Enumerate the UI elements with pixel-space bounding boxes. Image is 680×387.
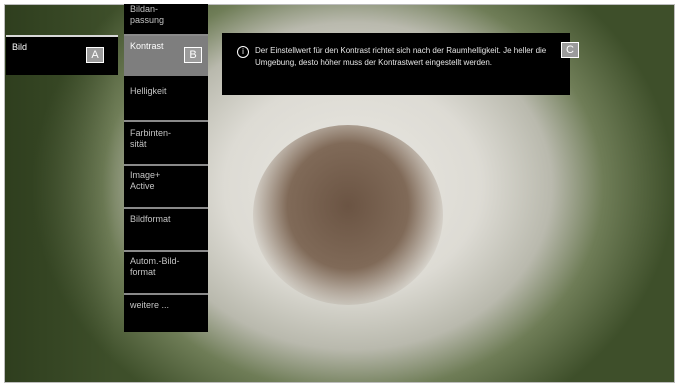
callout-badge-a: A: [86, 47, 104, 63]
info-text: Der Einstellwert für den Kontrast richte…: [255, 46, 547, 67]
menu-item-autom-bildformat[interactable]: Autom.-Bild- format: [124, 253, 208, 295]
menu-item-weitere[interactable]: weitere ...: [124, 296, 208, 330]
menu-item-bildformat[interactable]: Bildformat: [124, 210, 208, 252]
info-panel: i Der Einstellwert für den Kontrast rich…: [222, 33, 570, 95]
menu-item-helligkeit[interactable]: Helligkeit: [124, 80, 208, 122]
info-icon: i: [237, 46, 249, 58]
menu-item-farbintensitaet[interactable]: Farbinten- sität: [124, 124, 208, 166]
menu-item-bildanpassung[interactable]: Bildan- passung: [124, 4, 208, 36]
callout-badge-b: B: [184, 47, 202, 63]
menu-title-bild: Bild: [12, 42, 28, 52]
callout-badge-c: C: [561, 42, 579, 58]
menu-item-image-active[interactable]: Image+ Active: [124, 167, 208, 209]
